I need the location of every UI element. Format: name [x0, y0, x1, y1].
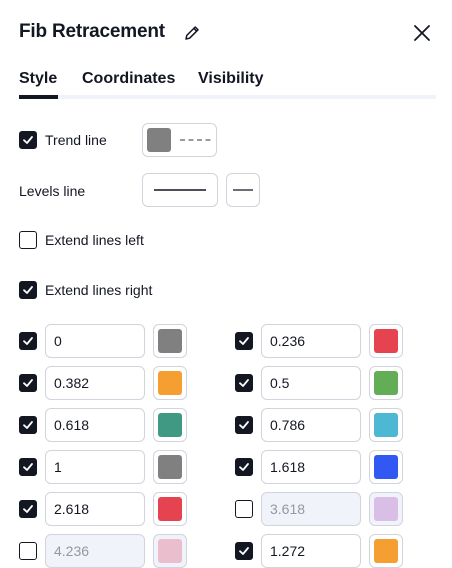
- level-color-swatch: [158, 455, 182, 479]
- level-color-button[interactable]: [369, 366, 403, 400]
- level-color-button[interactable]: [153, 324, 187, 358]
- level-color-swatch: [158, 371, 182, 395]
- extend-right-checkbox[interactable]: [19, 281, 37, 299]
- line-width-icon: [233, 189, 253, 191]
- level-color-button[interactable]: [153, 408, 187, 442]
- check-icon: [23, 136, 33, 144]
- check-icon: [23, 379, 33, 387]
- level-checkbox[interactable]: [19, 500, 37, 518]
- dialog-title: Fib Retracement: [19, 21, 165, 42]
- level-checkbox[interactable]: [235, 500, 253, 518]
- level-checkbox[interactable]: [235, 332, 253, 350]
- level-value-input[interactable]: 0.618: [45, 408, 145, 442]
- extend-left-checkbox[interactable]: [19, 231, 37, 249]
- level-checkbox[interactable]: [19, 332, 37, 350]
- level-color-button[interactable]: [369, 408, 403, 442]
- check-icon: [23, 337, 33, 345]
- level-color-swatch: [374, 329, 398, 353]
- level-color-button[interactable]: [369, 534, 403, 568]
- check-icon: [23, 421, 33, 429]
- trend-line-checkbox[interactable]: [19, 131, 37, 149]
- dashed-line-icon: [180, 139, 212, 141]
- level-color-swatch: [374, 413, 398, 437]
- check-icon: [239, 421, 249, 429]
- level-color-button[interactable]: [153, 492, 187, 526]
- level-value-input[interactable]: 1.272: [261, 534, 361, 568]
- level-color-swatch: [374, 497, 398, 521]
- level-color-swatch: [374, 539, 398, 563]
- level-color-button[interactable]: [153, 534, 187, 568]
- level-color-swatch: [158, 413, 182, 437]
- check-icon: [23, 286, 33, 294]
- trend-line-label: Trend line: [45, 132, 107, 148]
- level-value-input[interactable]: 3.618: [261, 492, 361, 526]
- tab-active-indicator: [19, 95, 58, 99]
- level-color-swatch: [374, 455, 398, 479]
- close-icon[interactable]: [410, 21, 434, 45]
- extend-left-label: Extend lines left: [45, 232, 144, 248]
- level-checkbox[interactable]: [19, 542, 37, 560]
- level-color-button[interactable]: [153, 366, 187, 400]
- level-checkbox[interactable]: [19, 458, 37, 476]
- rename-pencil-icon[interactable]: [182, 23, 202, 43]
- level-color-swatch: [158, 539, 182, 563]
- check-icon: [239, 337, 249, 345]
- tab-style[interactable]: Style: [19, 70, 57, 88]
- level-color-swatch: [158, 497, 182, 521]
- level-value-input[interactable]: 1: [45, 450, 145, 484]
- level-checkbox[interactable]: [235, 374, 253, 392]
- level-color-swatch: [374, 371, 398, 395]
- level-checkbox[interactable]: [235, 416, 253, 434]
- check-icon: [239, 463, 249, 471]
- levels-line-label: Levels line: [19, 183, 86, 199]
- level-value-input[interactable]: 4.236: [45, 534, 145, 568]
- check-icon: [239, 547, 249, 555]
- levels-line-style-button[interactable]: [142, 173, 218, 207]
- level-value-input[interactable]: 1.618: [261, 450, 361, 484]
- level-color-button[interactable]: [369, 324, 403, 358]
- level-value-input[interactable]: 0.786: [261, 408, 361, 442]
- level-checkbox[interactable]: [235, 458, 253, 476]
- extend-right-label: Extend lines right: [45, 282, 153, 298]
- levels-line-width-button[interactable]: [226, 173, 260, 207]
- level-value-input[interactable]: 0.382: [45, 366, 145, 400]
- trend-line-style-button[interactable]: [142, 123, 217, 157]
- level-value-input[interactable]: 0.236: [261, 324, 361, 358]
- level-checkbox[interactable]: [19, 416, 37, 434]
- tab-coordinates[interactable]: Coordinates: [82, 70, 175, 88]
- level-color-button[interactable]: [369, 492, 403, 526]
- check-icon: [23, 505, 33, 513]
- level-color-button[interactable]: [369, 450, 403, 484]
- level-checkbox[interactable]: [19, 374, 37, 392]
- level-color-swatch: [158, 329, 182, 353]
- level-value-input[interactable]: 0.5: [261, 366, 361, 400]
- check-icon: [239, 379, 249, 387]
- solid-line-icon: [154, 189, 206, 191]
- level-checkbox[interactable]: [235, 542, 253, 560]
- level-value-input[interactable]: 2.618: [45, 492, 145, 526]
- level-color-button[interactable]: [153, 450, 187, 484]
- check-icon: [23, 463, 33, 471]
- level-value-input[interactable]: 0: [45, 324, 145, 358]
- trend-line-color-swatch: [147, 128, 171, 152]
- tab-visibility[interactable]: Visibility: [198, 70, 264, 88]
- tab-track: [19, 95, 436, 99]
